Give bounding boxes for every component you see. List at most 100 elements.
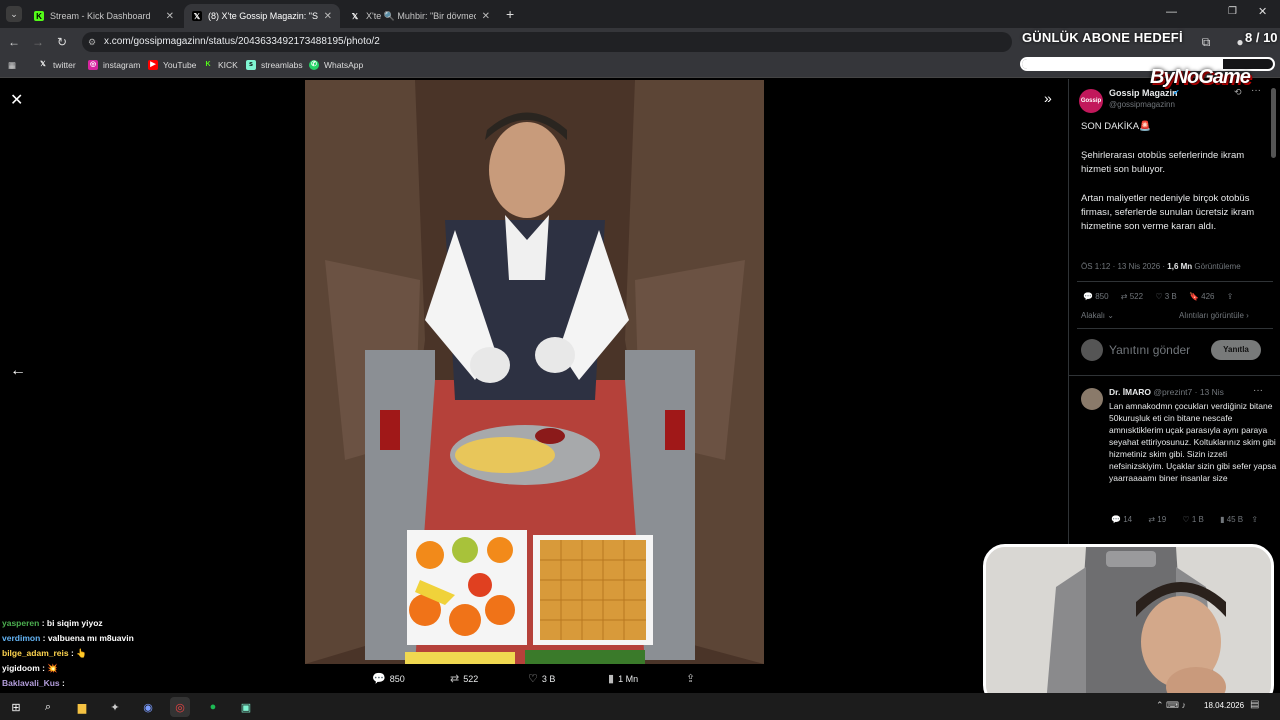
repost-count[interactable]: ⇄ 522 [1121, 292, 1143, 301]
tweet-para2: Artan maliyetler nedeniyle birçok otobüs… [1081, 193, 1255, 232]
bookmark-streamlabs[interactable]: s streamlabs [246, 60, 303, 70]
views-button[interactable]: ▮ 1 Mn [608, 672, 638, 685]
streamlabs-icon: s [246, 60, 256, 70]
view-count[interactable]: ▮ 45 B [1220, 515, 1243, 524]
tweet-para1: Şehirlerarası otobüs seferlerinde ikram … [1081, 150, 1245, 175]
bus-steward-photo [305, 80, 764, 664]
chat-username[interactable]: Baklavali_Kus [2, 678, 60, 688]
author-name[interactable]: Gossip Magazin [1109, 88, 1178, 98]
kick-icon: K [205, 61, 211, 68]
related-dropdown[interactable]: Alakalı ⌄ [1081, 311, 1114, 320]
bookmark-twitter[interactable]: 𝕏twitter [38, 60, 76, 70]
views-icon: ▮ [608, 673, 615, 685]
divider [1077, 328, 1273, 329]
photo-action-bar: 💬 850 ⇄ 522 ♡ 3 B ▮ 1 Mn ⇪ [370, 670, 700, 688]
file-explorer-icon[interactable]: ▆ [72, 697, 92, 717]
back-icon[interactable]: ← [6, 34, 22, 50]
scrollbar[interactable] [1271, 88, 1276, 158]
app-icon[interactable]: ✦ [105, 697, 125, 717]
chrome-icon[interactable]: ◎ [170, 697, 190, 717]
x-icon: 𝕏 [40, 61, 46, 68]
close-icon[interactable]: ✕ [10, 90, 23, 110]
maximize-icon[interactable]: ❐ [1228, 6, 1237, 17]
windows-start-icon[interactable]: ⊞ [6, 697, 26, 717]
reply-count[interactable]: 💬 14 [1111, 515, 1132, 524]
brand-logo: ByNoGame [1150, 66, 1251, 88]
chat-message: yasperen : bi siqim yiyoz [2, 616, 302, 631]
search-icon[interactable]: ⌕ [38, 697, 58, 717]
chat-message: yigidoom : 💥 [2, 661, 302, 676]
tweet-photo[interactable] [305, 80, 764, 664]
repost-icon: ⇄ [450, 673, 460, 685]
streamer-webcam [986, 547, 1271, 704]
tab-muhbir[interactable]: 𝕏 X'te 🔍 Muhbir: "Bir dövmeci, k ✕ [342, 4, 498, 28]
reply-button[interactable]: 💬 850 [372, 672, 405, 685]
reply-input[interactable]: Yanıtını gönder [1109, 343, 1190, 357]
more-icon[interactable]: ··· [1253, 385, 1263, 396]
like-count[interactable]: ♡ 3 B [1155, 292, 1176, 301]
bookmark-whatsapp[interactable]: ✆ WhatsApp [309, 60, 363, 70]
reply-author[interactable]: Dr. İMARO @prezint7 · 13 Nis [1109, 387, 1224, 397]
chat-username[interactable]: yigidoom [2, 663, 40, 673]
tab-search-icon[interactable]: ⌄ [6, 6, 22, 22]
share-icon[interactable]: ⇪ [1227, 292, 1234, 301]
site-info-icon[interactable]: ⚙ [88, 32, 96, 52]
youtube-icon: ▶ [148, 60, 158, 70]
bookmark-instagram[interactable]: ◎ instagram [88, 60, 140, 70]
spotify-icon[interactable]: ● [203, 697, 223, 717]
chat-username[interactable]: bilge_adam_reis [2, 648, 69, 658]
like-button[interactable]: ♡ 3 B [528, 672, 555, 685]
tab-kick-dashboard[interactable]: K Stream - Kick Dashboard ✕ [26, 4, 182, 28]
chat-message: bilge_adam_reis : 👆 [2, 646, 302, 661]
bookmark-kick[interactable]: K KICK [203, 60, 237, 70]
view-quotes-link[interactable]: Alıntıları görüntüle › [1179, 311, 1249, 320]
minimize-icon[interactable]: — [1166, 6, 1177, 18]
close-icon[interactable]: ✕ [482, 11, 490, 22]
chat-username[interactable]: yasperen [2, 618, 39, 628]
author-handle[interactable]: @gossipmagazinn [1109, 100, 1175, 109]
url-input[interactable]: ⚙ x.com/gossipmagazinn/status/2043633492… [82, 32, 1012, 52]
tray-icons[interactable]: ⌃ ⌨ ♪ [1156, 700, 1186, 711]
repost-count[interactable]: ⇄ 19 [1148, 515, 1166, 524]
share-icon[interactable]: ⇪ [1251, 515, 1258, 524]
like-count[interactable]: ♡ 1 B [1182, 515, 1203, 524]
taskbar: ⊞ ⌕ ▆ ✦ ◉ ◎ ● ▣ ⌃ ⌨ ♪ 18.04.2026 ▤ [0, 693, 1280, 720]
bookmark-youtube[interactable]: ▶ YouTube [148, 60, 196, 70]
avatar[interactable] [1081, 388, 1103, 410]
streamlabs-icon[interactable]: ▣ [236, 697, 256, 717]
more-icon[interactable]: ··· [1251, 85, 1261, 96]
chat-separator: : [40, 633, 48, 643]
apps-icon[interactable]: ▦ [8, 60, 16, 71]
heart-icon: ♡ [528, 673, 538, 685]
close-icon[interactable]: ✕ [166, 11, 174, 22]
reply-count[interactable]: 💬 850 [1083, 292, 1109, 301]
kick-icon: K [34, 11, 44, 21]
chat-separator: : [59, 678, 65, 688]
close-window-icon[interactable]: ✕ [1258, 5, 1267, 18]
new-tab-button[interactable]: + [506, 6, 514, 22]
notifications-icon[interactable]: ▤ [1250, 699, 1259, 710]
expand-panel-icon[interactable]: » [1044, 90, 1052, 106]
reload-icon[interactable]: ↻ [54, 34, 70, 50]
goal-count: 8 / 10 [1245, 30, 1278, 45]
extensions-icon[interactable]: ⧉ [1198, 34, 1214, 50]
tweet-line1: SON DAKİKA🚨 [1081, 121, 1151, 132]
goal-title: GÜNLÜK ABONE HEDEFİ [1022, 30, 1183, 45]
previous-arrow-icon[interactable]: ← [10, 362, 26, 380]
reply-text: Lan amnakodmn çocukları verdiğiniz bitan… [1109, 401, 1277, 483]
chat-message: verdimon : valbuena mı m8uavin [2, 631, 302, 646]
webcam-overlay [983, 544, 1274, 707]
discord-icon[interactable]: ◉ [138, 697, 158, 717]
bookmark-count[interactable]: 🔖 426 [1189, 292, 1215, 301]
reply-button[interactable]: Yanıtla [1211, 340, 1261, 360]
chat-username[interactable]: verdimon [2, 633, 40, 643]
chat-text: valbuena mı m8uavin [47, 633, 134, 643]
avatar[interactable]: Gossip [1079, 89, 1103, 113]
chat-text: 💥 [47, 663, 58, 673]
repost-button[interactable]: ⇄ 522 [450, 672, 478, 685]
forward-icon[interactable]: → [30, 34, 46, 50]
comment-icon: 💬 [372, 673, 386, 685]
tab-gossip-magazin[interactable]: 𝕏 (8) X'te Gossip Magazin: "SON ✕ [184, 4, 340, 28]
share-icon[interactable]: ⇪ [686, 672, 699, 685]
close-icon[interactable]: ✕ [324, 11, 332, 22]
